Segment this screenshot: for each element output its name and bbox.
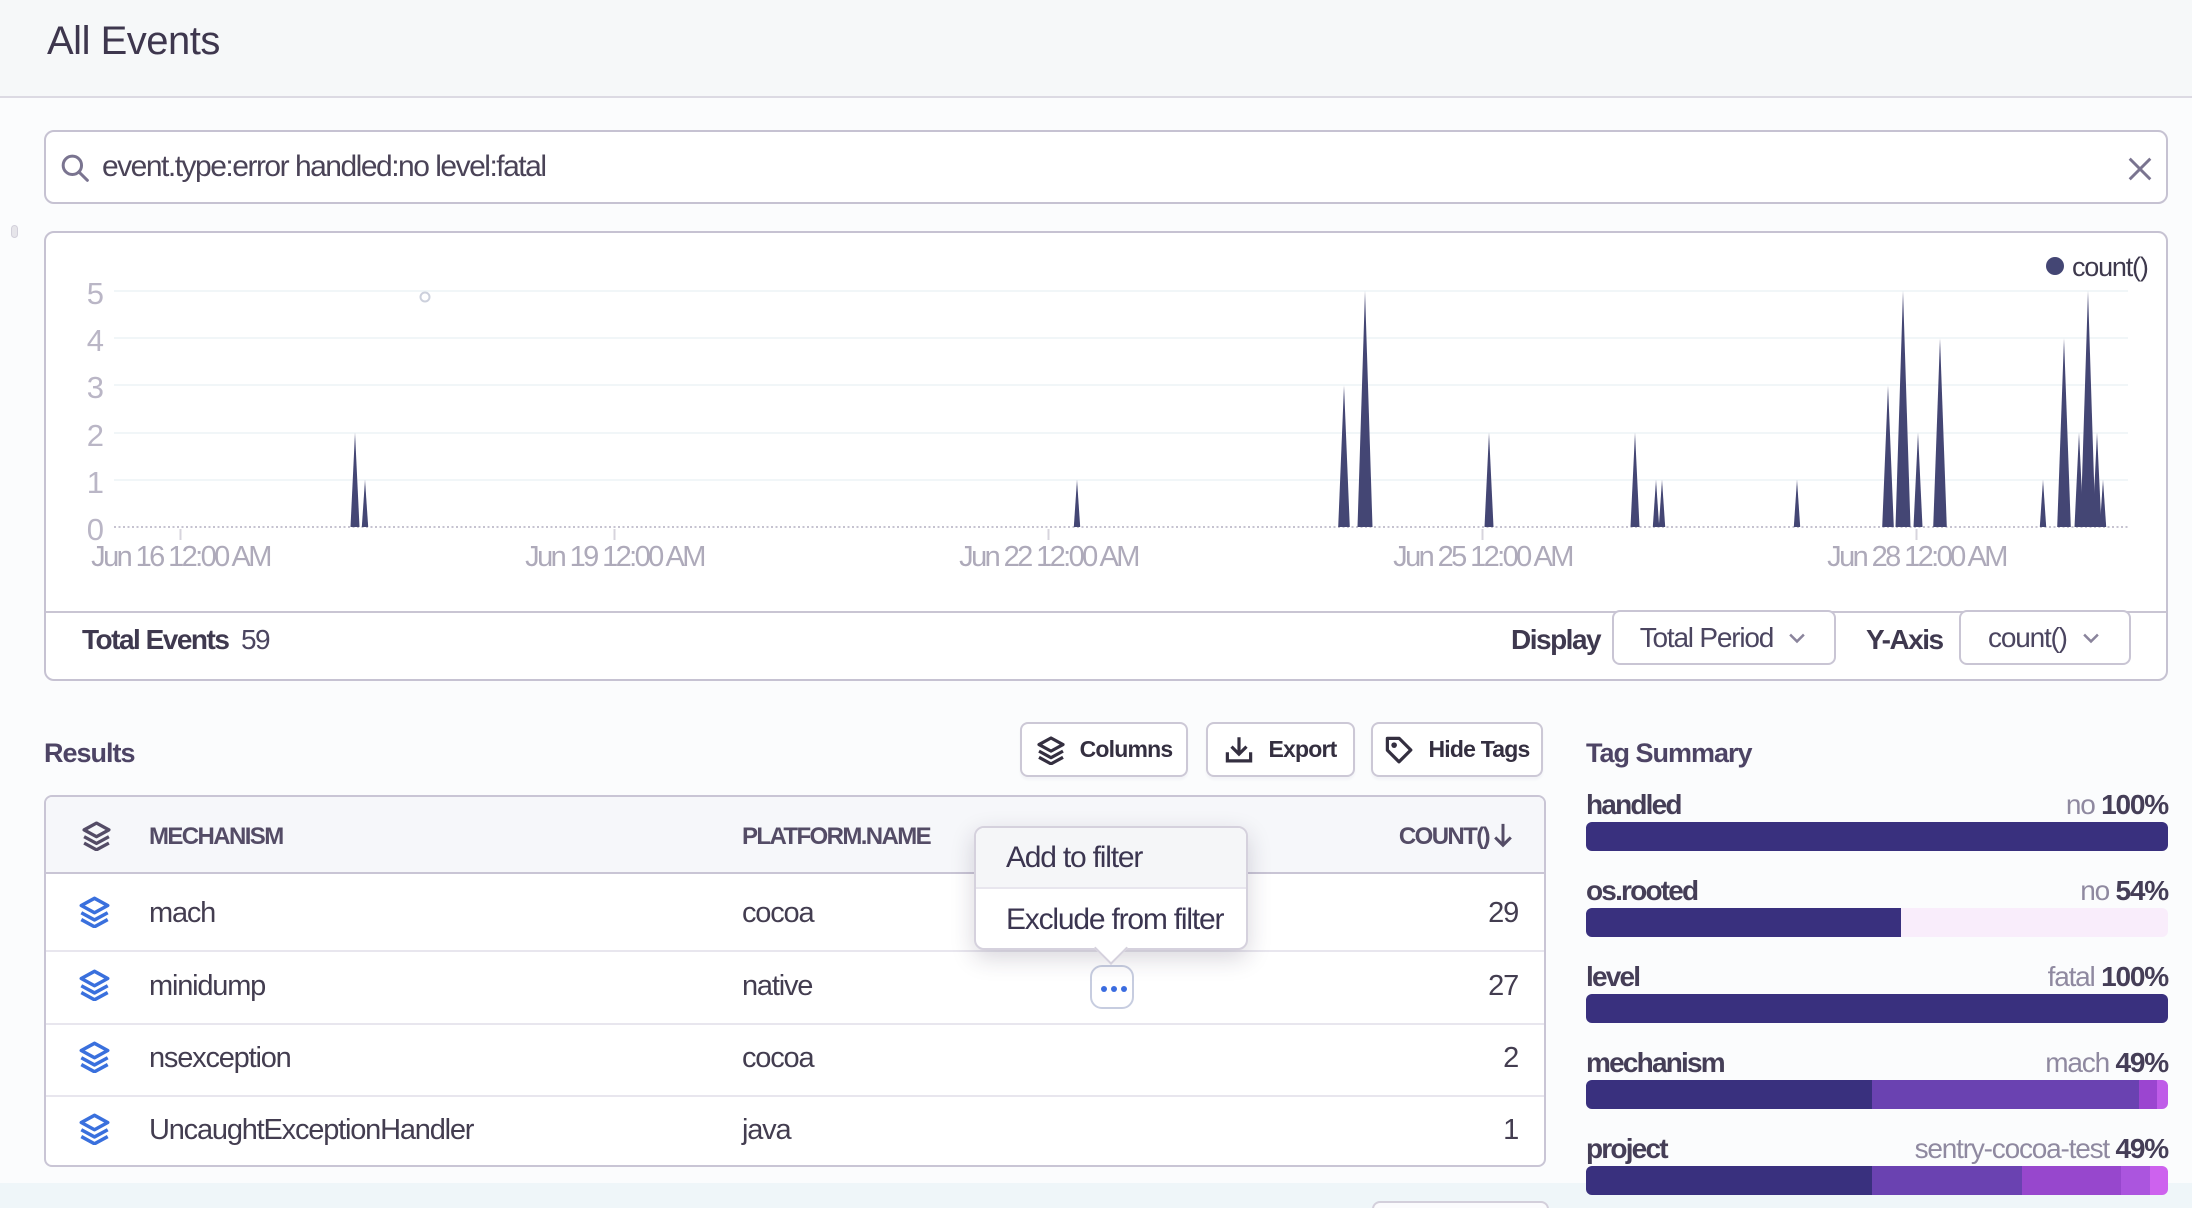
svg-text:count(): count() [2072, 252, 2148, 282]
svg-text:Jun 28 12:00 AM: Jun 28 12:00 AM [1827, 541, 2006, 573]
svg-text:Jun 25 12:00 AM: Jun 25 12:00 AM [1393, 541, 1572, 573]
svg-text:Jun 16 12:00 AM: Jun 16 12:00 AM [91, 541, 270, 573]
svg-text:3: 3 [87, 370, 104, 405]
svg-text:Jun 22 12:00 AM: Jun 22 12:00 AM [959, 541, 1138, 573]
svg-text:2: 2 [87, 418, 104, 453]
svg-text:4: 4 [87, 323, 104, 358]
svg-text:5: 5 [87, 276, 104, 311]
svg-text:Jun 19 12:00 AM: Jun 19 12:00 AM [525, 541, 704, 573]
svg-text:1: 1 [87, 465, 104, 500]
